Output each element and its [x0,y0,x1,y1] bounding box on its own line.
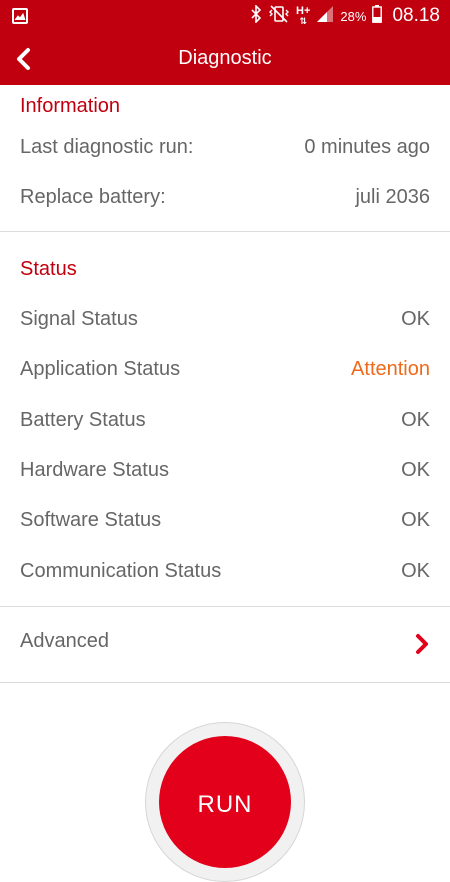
info-row-replace-battery: Replace battery: juli 2036 [20,182,430,212]
status-section-title: Status [20,258,77,280]
bluetooth-icon [250,3,262,28]
vibrate-mute-icon [268,4,290,28]
advanced-row[interactable]: Advanced [0,608,450,681]
status-row-software: Software Status OK [20,505,430,535]
battery-icon [372,4,383,28]
gallery-notification-icon [12,8,28,29]
network-type-icon: H+ ⇅ [296,5,311,27]
status-row-label: Communication Status [20,559,222,582]
signal-strength-icon [316,5,334,28]
info-row-label: Replace battery: [20,185,166,208]
status-row-hardware: Hardware Status OK [20,455,430,485]
info-row-last-run: Last diagnostic run: 0 minutes ago [20,132,430,162]
info-row-value: juli 2036 [355,185,430,208]
status-row-label: Software Status [20,508,162,531]
status-row-battery: Battery Status OK [20,405,430,435]
status-row-value: OK [401,559,430,582]
status-row-label: Signal Status [20,307,138,330]
run-button-ring: RUN [145,722,305,882]
app-bar: Diagnostic [0,32,450,85]
clock-time: 08.18 [392,5,440,26]
information-section-title: Information [20,95,121,117]
status-row-value: OK [401,508,430,531]
battery-percent: 28% [340,8,367,24]
status-row-value: OK [401,307,430,330]
run-button-label: RUN [197,791,253,818]
status-row-label: Hardware Status [20,458,169,481]
run-button[interactable]: RUN [159,736,291,868]
section-divider [0,606,450,607]
section-divider [0,682,450,683]
advanced-label: Advanced [20,630,109,652]
network-type-label: H+ [296,5,311,17]
status-row-signal: Signal Status OK [20,304,430,334]
status-row-value: OK [401,408,430,431]
page-title: Diagnostic [178,47,272,69]
chevron-right-icon [416,634,428,654]
info-row-value: 0 minutes ago [304,135,430,158]
status-bar: H+ ⇅ 28% 08.18 [0,0,450,32]
info-row-label: Last diagnostic run: [20,135,194,158]
status-row-value: OK [401,458,430,481]
status-row-communication: Communication Status OK [20,556,430,586]
status-row-label: Application Status [20,357,181,380]
status-row-label: Battery Status [20,408,146,431]
status-row-value-attention: Attention [351,357,430,380]
status-row-application: Application Status Attention [20,354,430,384]
section-divider [0,231,450,232]
